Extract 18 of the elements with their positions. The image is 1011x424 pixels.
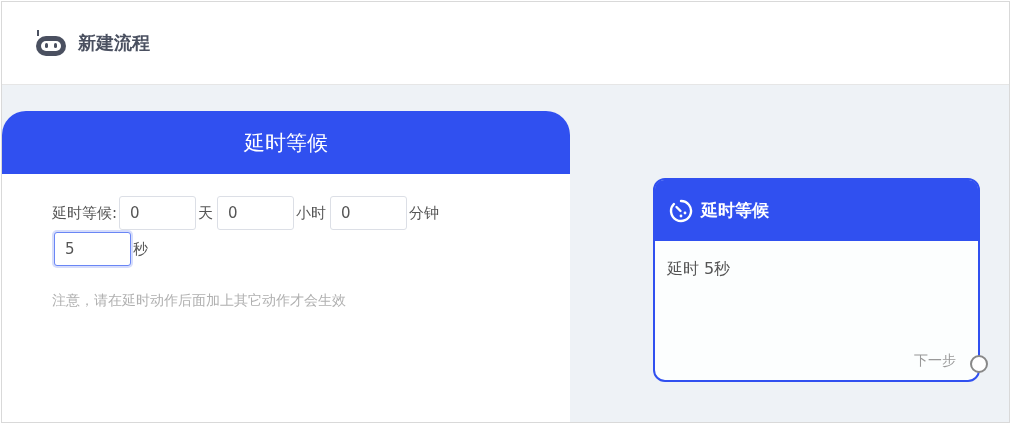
unit-label: 小时 — [296, 203, 327, 223]
field-label: 延时等候: — [52, 203, 118, 223]
port-label: 下一步 — [914, 352, 956, 370]
timer-icon — [669, 198, 693, 223]
number-input[interactable]: 0 — [217, 196, 295, 230]
unit-label: 分钟 — [409, 203, 440, 223]
unit-label: 天 — [198, 203, 214, 223]
number-input[interactable]: 0 — [330, 196, 408, 230]
node-text: 延时 5秒 — [666, 258, 732, 280]
page-title: 新建流程 — [78, 31, 150, 55]
number-input[interactable]: 5 — [54, 232, 131, 266]
output-port[interactable] — [970, 355, 988, 373]
robot-icon — [34, 29, 68, 57]
number-input[interactable]: 0 — [119, 196, 197, 230]
node-title: 延时等候 — [701, 199, 769, 222]
panel-title: 延时等候 — [2, 111, 570, 174]
note-text: 注意，请在延时动作后面加上其它动作才会生效 — [52, 292, 347, 310]
unit-label: 秒 — [133, 239, 148, 259]
